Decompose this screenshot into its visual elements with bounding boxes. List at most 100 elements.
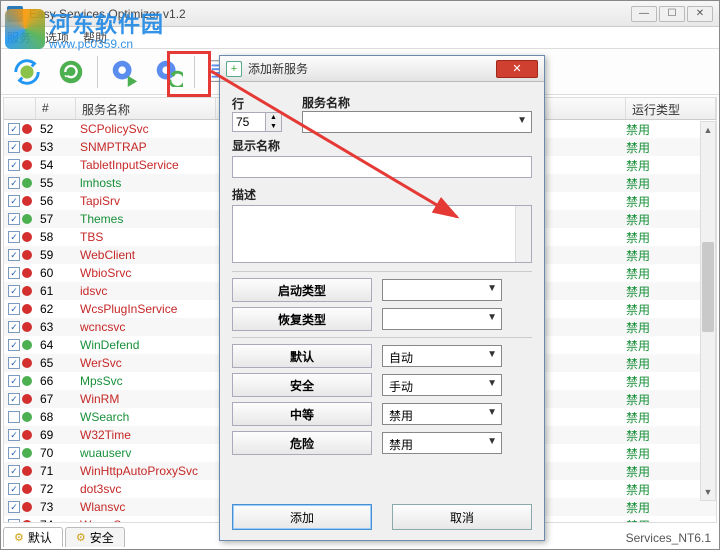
vertical-scrollbar[interactable]: ▲ ▼: [700, 121, 716, 501]
cancel-button[interactable]: 取消: [392, 504, 532, 530]
startup-type-button[interactable]: 启动类型: [232, 278, 372, 302]
tab-default[interactable]: ⚙默认: [3, 527, 63, 547]
row-checkbox[interactable]: ✓: [8, 447, 20, 459]
row-number: 59: [36, 248, 76, 262]
menu-options[interactable]: 选项: [45, 29, 69, 46]
tab-safe[interactable]: ⚙安全: [65, 527, 125, 547]
statusbar-text: Services_NT6.1: [626, 531, 711, 545]
row-checkbox[interactable]: ✓: [8, 213, 20, 225]
gear-redo-button[interactable]: [148, 52, 188, 92]
level-danger-select[interactable]: 禁用: [382, 432, 502, 454]
row-spinner[interactable]: ▲▼: [266, 112, 282, 132]
row-checkbox[interactable]: ✓: [8, 267, 20, 279]
row-number: 52: [36, 122, 76, 136]
start-type: 禁用: [626, 517, 716, 523]
gear-icon: ⚙: [14, 531, 24, 544]
display-name-label: 显示名称: [232, 137, 532, 154]
level-medium-button[interactable]: 中等: [232, 402, 372, 426]
row-checkbox[interactable]: ✓: [8, 375, 20, 387]
row-number: 70: [36, 446, 76, 460]
gear-play-icon: [109, 57, 139, 87]
level-default-button[interactable]: 默认: [232, 344, 372, 368]
service-name: WinHttpAutoProxySvc: [80, 464, 198, 478]
level-safe-button[interactable]: 安全: [232, 373, 372, 397]
service-name-label: 服务名称: [302, 94, 532, 111]
menu-services[interactable]: 服务: [7, 29, 31, 46]
row-number: 74: [36, 518, 76, 522]
status-dot-icon: [22, 268, 32, 278]
status-dot-icon: [22, 214, 32, 224]
dialog-title: 添加新服务: [248, 60, 496, 77]
row-checkbox[interactable]: ✓: [8, 285, 20, 297]
dialog-close-button[interactable]: ✕: [496, 60, 538, 78]
apply-service-button[interactable]: [7, 52, 47, 92]
display-name-input[interactable]: [232, 156, 532, 178]
col-start-type[interactable]: 运行类型: [626, 98, 716, 119]
row-checkbox[interactable]: ✓: [8, 357, 20, 369]
row-checkbox[interactable]: [8, 411, 20, 423]
level-safe-select[interactable]: 手动: [382, 374, 502, 396]
dialog-titlebar: + 添加新服务 ✕: [220, 56, 544, 82]
level-default-select[interactable]: 自动: [382, 345, 502, 367]
status-dot-icon: [22, 430, 32, 440]
row-checkbox[interactable]: ✓: [8, 195, 20, 207]
status-dot-icon: [22, 394, 32, 404]
row-checkbox[interactable]: ✓: [8, 177, 20, 189]
service-name: TBS: [80, 230, 103, 244]
row-checkbox[interactable]: ✓: [8, 231, 20, 243]
scroll-thumb[interactable]: [702, 242, 714, 332]
level-danger-button[interactable]: 危险: [232, 431, 372, 455]
row-checkbox[interactable]: ✓: [8, 159, 20, 171]
row-checkbox[interactable]: ✓: [8, 501, 20, 513]
toolbar-separator: [194, 56, 195, 88]
col-service-name[interactable]: 服务名称: [76, 98, 216, 119]
status-dot-icon: [22, 484, 32, 494]
status-dot-icon: [22, 520, 32, 522]
close-button[interactable]: ✕: [687, 6, 713, 22]
minimize-button[interactable]: —: [631, 6, 657, 22]
row-checkbox[interactable]: ✓: [8, 393, 20, 405]
service-name: wuauserv: [80, 446, 131, 460]
service-name: WerSvc: [80, 356, 122, 370]
refresh-button[interactable]: [51, 52, 91, 92]
row-checkbox[interactable]: ✓: [8, 321, 20, 333]
row-number: 63: [36, 320, 76, 334]
row-number: 66: [36, 374, 76, 388]
service-name: WcsPlugInService: [80, 302, 177, 316]
row-checkbox[interactable]: ✓: [8, 519, 20, 522]
row-checkbox[interactable]: ✓: [8, 483, 20, 495]
service-name-select[interactable]: [302, 111, 532, 133]
level-medium-select[interactable]: 禁用: [382, 403, 502, 425]
row-checkbox[interactable]: ✓: [8, 249, 20, 261]
gear-icon: ⚙: [76, 531, 86, 544]
service-name: WSearch: [80, 410, 129, 424]
recovery-type-select[interactable]: [382, 308, 502, 330]
row-checkbox[interactable]: ✓: [8, 465, 20, 477]
textarea-scrollbar[interactable]: [515, 206, 531, 262]
gear-play-button[interactable]: [104, 52, 144, 92]
recovery-type-button[interactable]: 恢复类型: [232, 307, 372, 331]
row-checkbox[interactable]: ✓: [8, 339, 20, 351]
status-dot-icon: [22, 304, 32, 314]
row-checkbox[interactable]: ✓: [8, 429, 20, 441]
app-icon: [7, 6, 23, 22]
start-type: 禁用: [626, 499, 716, 516]
row-checkbox[interactable]: ✓: [8, 123, 20, 135]
menu-help[interactable]: 帮助: [83, 29, 107, 46]
row-number: 73: [36, 500, 76, 514]
scroll-down-icon[interactable]: ▼: [701, 484, 715, 500]
row-number-input[interactable]: [232, 112, 266, 132]
startup-type-select[interactable]: [382, 279, 502, 301]
description-textarea[interactable]: [232, 205, 532, 263]
row-checkbox[interactable]: ✓: [8, 141, 20, 153]
service-name: WebClient: [80, 248, 135, 262]
row-number: 72: [36, 482, 76, 496]
row-checkbox[interactable]: ✓: [8, 303, 20, 315]
maximize-button[interactable]: ☐: [659, 6, 685, 22]
add-button[interactable]: 添加: [232, 504, 372, 530]
col-number[interactable]: #: [36, 98, 76, 119]
scroll-up-icon[interactable]: ▲: [701, 122, 715, 138]
add-service-dialog: + 添加新服务 ✕ 行 ▲▼ 服务名称 显示名称 描述 启动类型: [219, 55, 545, 541]
status-dot-icon: [22, 142, 32, 152]
status-dot-icon: [22, 412, 32, 422]
